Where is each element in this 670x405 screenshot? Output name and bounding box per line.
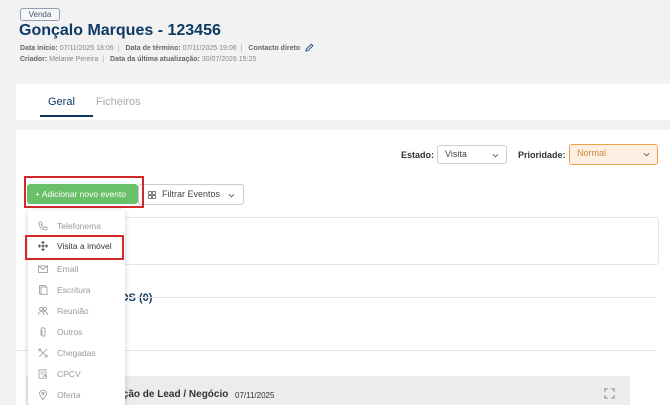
people-icon [38, 306, 48, 316]
filter-events-button[interactable]: Filtrar Eventos [138, 184, 244, 205]
chevron-down-icon [228, 193, 235, 198]
prioridade-label: Prioridade: [518, 150, 566, 160]
direct-contact-label: Contacto direto [248, 45, 301, 52]
menu-item-label: Outros [57, 327, 83, 337]
start-date-label: Data início: [20, 45, 58, 52]
menu-item-oferta[interactable]: Oferta [28, 386, 125, 404]
last-update-value: 30/07/2026 15:25 [201, 56, 257, 63]
tabs-bar: Geral Ficheiros [16, 84, 670, 120]
expand-icon[interactable] [604, 388, 615, 399]
page-title: Gonçalo Marques - 123456 [19, 22, 221, 39]
meta-line-2: Criador: Melanie Pereira | Data da última… [20, 56, 257, 63]
menu-item-email[interactable]: Email [28, 260, 125, 278]
pin-icon [39, 390, 47, 400]
meta-line-1: Data início: 07/11/2025 18:06 | Data de t… [20, 43, 314, 52]
menu-item-chegadas[interactable]: Chegadas [28, 344, 125, 362]
end-date-value: 07/11/2025 19:06 [182, 45, 237, 52]
menu-item-label: Email [57, 264, 79, 274]
timeline-date: 07/11/2025 [235, 391, 275, 400]
highlight-box [24, 176, 144, 208]
menu-item-label: Reunião [57, 306, 89, 316]
last-update-label: Data da última atualização: [110, 56, 200, 63]
menu-item-label: Telefonema [57, 221, 101, 231]
start-date-value: 07/11/2025 18:06 [59, 45, 114, 52]
phone-icon [38, 221, 48, 231]
highlight-box [25, 235, 124, 260]
divider [126, 297, 656, 298]
tab-geral[interactable]: Geral [48, 96, 75, 108]
menu-item-reuniao[interactable]: Reunião [28, 302, 125, 320]
estado-value: Visita [445, 149, 467, 159]
contract-icon [38, 369, 48, 379]
arrows-icon [38, 348, 48, 358]
menu-item-escritura[interactable]: Escritura [28, 281, 125, 299]
creator-label: Criador: [20, 56, 48, 63]
timeline-title: ição de Lead / Negócio [120, 389, 229, 400]
prioridade-value: Normal [577, 148, 607, 158]
filter-events-label: Filtrar Eventos [162, 189, 221, 199]
prioridade-select[interactable]: Normal [569, 144, 658, 165]
grid-icon [148, 191, 156, 199]
menu-item-cpcv[interactable]: CPCV [28, 365, 125, 383]
mail-icon [38, 265, 48, 273]
tab-ficheiros[interactable]: Ficheiros [96, 96, 141, 108]
pencil-icon[interactable] [305, 43, 314, 52]
estado-label: Estado: [401, 150, 435, 160]
estado-select[interactable]: Visita [437, 145, 507, 164]
chevron-down-icon [643, 152, 650, 157]
document-icon [39, 285, 48, 295]
active-tab-indicator [40, 115, 93, 117]
end-date-label: Data de término: [125, 45, 181, 52]
menu-item-label: Escritura [57, 285, 91, 295]
paperclip-icon [40, 327, 46, 337]
menu-item-telefonema[interactable]: Telefonema [28, 217, 125, 235]
events-panel [120, 217, 659, 265]
menu-item-label: Oferta [57, 390, 81, 400]
menu-item-label: CPCV [57, 369, 81, 379]
menu-item-label: Chegadas [57, 348, 96, 358]
chevron-down-icon [492, 153, 499, 158]
menu-item-outros[interactable]: Outros [28, 323, 125, 341]
deal-type-badge: Venda [20, 8, 60, 21]
creator-value: Melanie Pereira [49, 56, 99, 63]
